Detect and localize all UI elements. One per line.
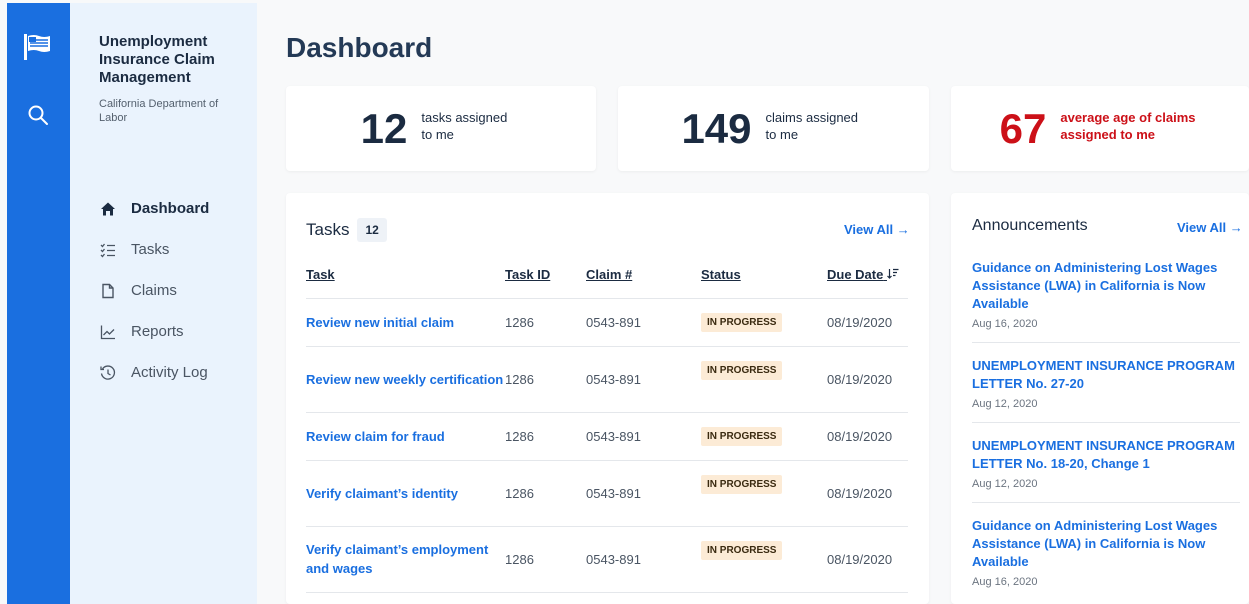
- stat-card-average-age: 67 average age of claims assigned to me: [951, 86, 1249, 171]
- announcements-view-all-link[interactable]: View All →: [1177, 220, 1243, 235]
- page-title: Dashboard: [286, 32, 433, 63]
- home-icon: [99, 200, 117, 218]
- status-badge: IN PROGRESS: [701, 474, 783, 494]
- table-row[interactable]: Review new initial claim 1286 0543-891 I…: [306, 298, 908, 347]
- sidebar-item-dashboard[interactable]: Dashboard: [99, 188, 249, 229]
- stat-value: 67: [999, 104, 1047, 152]
- list-item: Guidance on Administering Lost Wages Ass…: [972, 259, 1240, 343]
- task-name-link[interactable]: Review claim for fraud: [306, 412, 505, 461]
- due-date: 08/19/2020: [827, 460, 908, 527]
- announcements-list: Guidance on Administering Lost Wages Ass…: [972, 259, 1240, 604]
- task-name-link[interactable]: Verify claimant’s employment and wages: [306, 526, 505, 593]
- announcements-heading: Announcements: [972, 217, 1088, 234]
- sidebar-item-label: Dashboard: [131, 200, 210, 217]
- chart-icon: [99, 323, 117, 341]
- stat-card-tasks: 12 tasks assigned to me: [286, 86, 596, 171]
- announcement-date: Aug 16, 2020: [972, 318, 1038, 330]
- brand-title: Unemployment Insurance Claim Management: [99, 33, 215, 86]
- status-badge: IN PROGRESS: [701, 426, 783, 446]
- status-cell: IN PROGRESS: [701, 526, 827, 593]
- claim-number: 0543-891: [586, 460, 701, 527]
- task-id: 1286: [505, 346, 586, 413]
- stat-value: 149: [681, 104, 752, 152]
- tasks-count-badge: 12: [357, 218, 387, 242]
- stat-value: 12: [360, 104, 408, 152]
- task-name-link[interactable]: Verify claimant’s identity: [306, 460, 505, 527]
- stat-label: claims assigned to me: [765, 109, 859, 142]
- claim-number: 0543-891: [586, 526, 701, 593]
- stat-label: tasks assigned to me: [421, 109, 508, 142]
- column-header-task-id[interactable]: Task ID: [505, 264, 586, 299]
- task-id: 1286: [505, 298, 586, 347]
- sort-desc-icon[interactable]: [887, 267, 899, 282]
- sidebar-item-activity-log[interactable]: Activity Log: [99, 352, 249, 393]
- sidebar-item-label: Tasks: [131, 241, 170, 258]
- tasks-table: Task Task ID Claim # Status Due Date Rev…: [306, 264, 908, 593]
- list-item: UNEMPLOYMENT INSURANCE PROGRAM LETTER No…: [972, 357, 1240, 423]
- search-icon[interactable]: [26, 103, 50, 127]
- column-header-label: Due Date: [827, 267, 884, 283]
- tasks-header: Tasks 12: [306, 218, 387, 242]
- sidebar-nav: Dashboard Tasks Claims Reports Activity …: [99, 188, 249, 393]
- announcement-link[interactable]: Guidance on Administering Lost Wages Ass…: [972, 259, 1240, 313]
- table-row[interactable]: Review claim for fraud 1286 0543-891 IN …: [306, 412, 908, 461]
- announcement-link[interactable]: UNEMPLOYMENT INSURANCE PROGRAM LETTER No…: [972, 357, 1240, 393]
- app-rail: [7, 3, 70, 604]
- sidebar-item-label: Reports: [131, 323, 184, 340]
- table-row[interactable]: Verify claimant’s employment and wages 1…: [306, 526, 908, 593]
- sidebar-item-claims[interactable]: Claims: [99, 270, 249, 311]
- checklist-icon: [99, 241, 117, 259]
- list-item: UNEMPLOYMENT INSURANCE PROGRAM LETTER No…: [972, 437, 1240, 503]
- claim-number: 0543-891: [586, 346, 701, 413]
- stat-card-claims: 149 claims assigned to me: [618, 86, 929, 171]
- table-row[interactable]: Review new weekly certification 1286 054…: [306, 346, 908, 413]
- tasks-card: Tasks 12 View All → Task Task ID Claim #…: [286, 193, 929, 604]
- column-header-task[interactable]: Task: [306, 264, 505, 299]
- task-id: 1286: [505, 526, 586, 593]
- list-item: Guidance on Administering Lost Wages Ass…: [972, 517, 1240, 600]
- column-header-status[interactable]: Status: [701, 264, 827, 299]
- sidebar: Unemployment Insurance Claim Management …: [70, 3, 257, 604]
- column-header-due-date[interactable]: Due Date: [827, 264, 908, 299]
- history-icon: [99, 364, 117, 382]
- status-cell: IN PROGRESS: [701, 298, 827, 347]
- status-badge: IN PROGRESS: [701, 360, 783, 380]
- due-date: 08/19/2020: [827, 526, 908, 593]
- column-header-claim[interactable]: Claim #: [586, 264, 701, 299]
- sidebar-item-label: Claims: [131, 282, 177, 299]
- due-date: 08/19/2020: [827, 346, 908, 413]
- announcement-date: Aug 12, 2020: [972, 478, 1038, 490]
- announcements-card: Announcements View All → Guidance on Adm…: [951, 193, 1249, 604]
- announcement-link[interactable]: Guidance on Administering Lost Wages Ass…: [972, 517, 1240, 571]
- tasks-heading: Tasks: [306, 220, 350, 239]
- flag-icon[interactable]: [22, 32, 52, 62]
- sidebar-item-tasks[interactable]: Tasks: [99, 229, 249, 270]
- status-cell: IN PROGRESS: [701, 412, 827, 461]
- due-date: 08/19/2020: [827, 412, 908, 461]
- announcement-link[interactable]: UNEMPLOYMENT INSURANCE PROGRAM LETTER No…: [972, 437, 1240, 473]
- status-badge: IN PROGRESS: [701, 312, 783, 332]
- status-badge: IN PROGRESS: [701, 540, 783, 560]
- tasks-view-all-link[interactable]: View All →: [844, 222, 910, 237]
- due-date: 08/19/2020: [827, 298, 908, 347]
- task-name-link[interactable]: Review new weekly certification: [306, 346, 505, 413]
- stat-label: average age of claims assigned to me: [1060, 109, 1196, 142]
- sidebar-item-reports[interactable]: Reports: [99, 311, 249, 352]
- announcement-date: Aug 16, 2020: [972, 576, 1038, 588]
- status-cell: IN PROGRESS: [701, 346, 827, 413]
- claim-number: 0543-891: [586, 412, 701, 461]
- sidebar-item-label: Activity Log: [131, 364, 208, 381]
- status-cell: IN PROGRESS: [701, 460, 827, 527]
- table-row[interactable]: Verify claimant’s identity 1286 0543-891…: [306, 460, 908, 527]
- task-id: 1286: [505, 412, 586, 461]
- announcement-date: Aug 12, 2020: [972, 398, 1038, 410]
- table-header-row: Task Task ID Claim # Status Due Date: [306, 264, 908, 299]
- task-id: 1286: [505, 460, 586, 527]
- task-name-link[interactable]: Review new initial claim: [306, 298, 505, 347]
- claim-number: 0543-891: [586, 298, 701, 347]
- file-icon: [99, 282, 117, 300]
- brand-subtitle: California Department of Labor: [99, 98, 219, 124]
